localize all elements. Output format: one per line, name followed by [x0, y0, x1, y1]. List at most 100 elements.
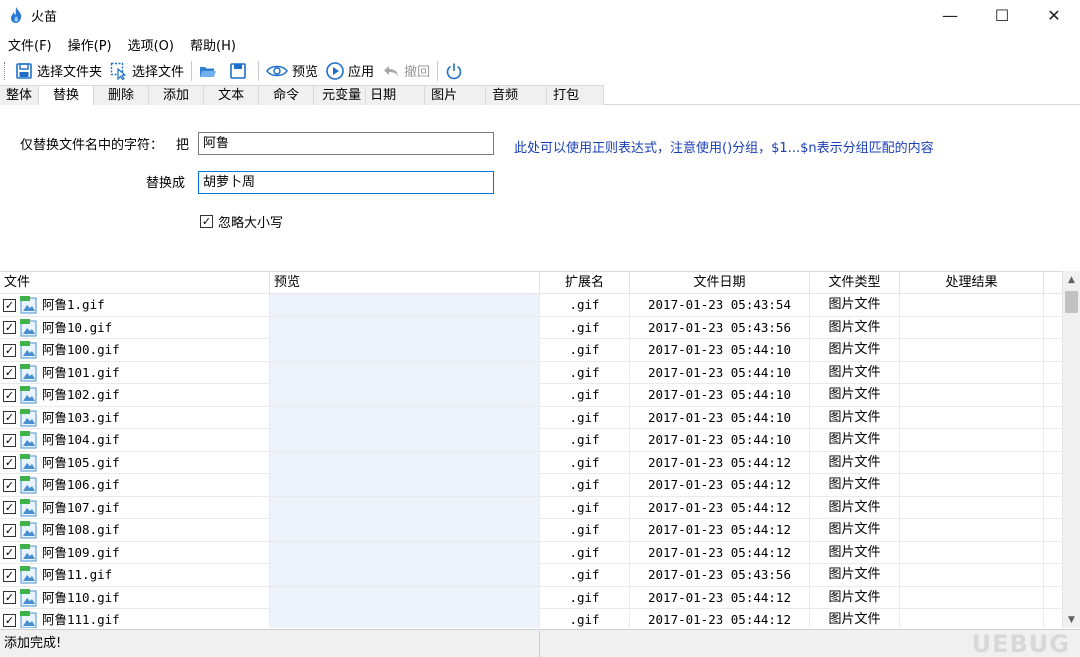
- tab-overall[interactable]: 整体: [0, 85, 40, 105]
- gif-file-icon: [20, 341, 37, 359]
- checkbox-checked-icon: ✓: [200, 215, 213, 228]
- apply-button[interactable]: 应用: [322, 59, 378, 83]
- row-checkbox-checked-icon[interactable]: ✓: [3, 321, 16, 334]
- table-row[interactable]: ✓ 阿鲁10.gif .gif 2017-01-23 05:43:56 图片文件: [0, 316, 1062, 339]
- menu-help[interactable]: 帮助(H): [182, 35, 244, 54]
- ignore-case-checkbox[interactable]: ✓ 忽略大小写: [200, 212, 283, 231]
- row-checkbox-checked-icon[interactable]: ✓: [3, 478, 16, 492]
- row-checkbox-checked-icon[interactable]: ✓: [3, 298, 16, 312]
- table-row[interactable]: ✓ 阿鲁107.gif .gif 2017-01-23 05:44:12 图片文件: [0, 496, 1062, 519]
- gif-file-icon: [20, 363, 37, 381]
- row-checkbox-checked-icon[interactable]: ✓: [3, 591, 16, 604]
- table-row[interactable]: ✓ 阿鲁104.gif .gif 2017-01-23 05:44:10 图片文件: [0, 429, 1062, 452]
- row-checkbox-checked-icon[interactable]: ✓: [3, 568, 16, 582]
- table-row[interactable]: ✓ 阿鲁102.gif .gif 2017-01-23 05:44:10 图片文件: [0, 384, 1062, 407]
- select-file-button[interactable]: 选择文件: [106, 59, 188, 83]
- power-button[interactable]: [441, 59, 471, 83]
- column-header-preview[interactable]: 预览: [270, 272, 540, 294]
- file-cell: ✓ 阿鲁101.gif: [0, 361, 270, 384]
- find-input[interactable]: 阿鲁: [198, 132, 494, 155]
- toolbar: 选择文件夹 选择文件 预览 应用 撤回: [0, 57, 1080, 84]
- tab-delete[interactable]: 删除: [94, 85, 150, 105]
- table-row[interactable]: ✓ 阿鲁108.gif .gif 2017-01-23 05:44:12 图片文件: [0, 519, 1062, 542]
- tab-add[interactable]: 添加: [149, 85, 205, 105]
- column-header-result[interactable]: 处理结果: [900, 272, 1044, 294]
- tab-text[interactable]: 文本: [204, 85, 260, 105]
- row-checkbox-checked-icon[interactable]: ✓: [3, 501, 16, 514]
- file-cell: ✓ 阿鲁111.gif: [0, 609, 270, 628]
- tab-command[interactable]: 命令: [259, 85, 315, 105]
- apply-label: 应用: [348, 65, 375, 80]
- gif-file-icon: [20, 453, 37, 471]
- toolbar-grip[interactable]: [4, 61, 6, 80]
- row-checkbox-checked-icon[interactable]: ✓: [3, 433, 16, 447]
- tab-image[interactable]: 图片: [425, 85, 487, 105]
- table-row[interactable]: ✓ 阿鲁111.gif .gif 2017-01-23 05:44:12 图片文件: [0, 609, 1062, 628]
- file-name: 阿鲁104.gif: [42, 432, 120, 447]
- replace-input[interactable]: 胡萝卜周: [198, 171, 494, 194]
- row-checkbox-checked-icon[interactable]: ✓: [3, 411, 16, 424]
- tab-metavar[interactable]: 元变量: [314, 85, 367, 105]
- type-cell: 图片文件: [810, 564, 900, 586]
- preview-button[interactable]: 预览: [262, 59, 322, 83]
- column-header-extension[interactable]: 扩展名: [540, 272, 630, 294]
- extension-cell: .gif: [540, 361, 630, 384]
- open-folder-button[interactable]: [195, 59, 225, 83]
- menu-bar: 文件(F) 操作(P) 选项(O) 帮助(H): [0, 33, 244, 55]
- result-cell: [900, 609, 1044, 628]
- file-cell: ✓ 阿鲁108.gif: [0, 519, 270, 541]
- row-checkbox-checked-icon[interactable]: ✓: [3, 456, 16, 469]
- select-folder-button[interactable]: 选择文件夹: [11, 59, 106, 83]
- cursor-select-icon: [110, 62, 128, 80]
- undo-button[interactable]: 撤回: [378, 59, 434, 83]
- result-cell: [900, 406, 1044, 429]
- date-cell: 2017-01-23 05:44:10: [630, 339, 810, 361]
- table-row[interactable]: ✓ 阿鲁101.gif .gif 2017-01-23 05:44:10 图片文件: [0, 361, 1062, 384]
- minimize-button[interactable]: —: [924, 0, 976, 30]
- column-header-date[interactable]: 文件日期: [630, 272, 810, 294]
- row-checkbox-checked-icon[interactable]: ✓: [3, 366, 16, 379]
- vertical-scrollbar[interactable]: ▲ ▼: [1062, 271, 1080, 628]
- file-name: 阿鲁106.gif: [42, 477, 120, 492]
- type-cell: 图片文件: [810, 316, 900, 339]
- file-name: 阿鲁10.gif: [42, 319, 113, 335]
- table-row[interactable]: ✓ 阿鲁103.gif .gif 2017-01-23 05:44:10 图片文件: [0, 406, 1062, 429]
- date-cell: 2017-01-23 05:44:12: [630, 541, 810, 564]
- tab-audio[interactable]: 音频: [486, 85, 548, 105]
- preview-cell: [270, 429, 540, 451]
- table-row[interactable]: ✓ 阿鲁11.gif .gif 2017-01-23 05:43:56 图片文件: [0, 564, 1062, 587]
- scroll-up-icon[interactable]: ▲: [1063, 271, 1080, 288]
- save-button[interactable]: [225, 59, 255, 83]
- tab-pack[interactable]: 打包: [547, 85, 605, 105]
- status-bar: 添加完成! UEBUG: [0, 629, 1080, 657]
- table-row[interactable]: ✓ 阿鲁109.gif .gif 2017-01-23 05:44:12 图片文件: [0, 541, 1062, 564]
- menu-file[interactable]: 文件(F): [0, 35, 60, 54]
- file-name: 阿鲁108.gif: [42, 522, 120, 537]
- row-checkbox-checked-icon[interactable]: ✓: [3, 546, 16, 559]
- table-row[interactable]: ✓ 阿鲁100.gif .gif 2017-01-23 05:44:10 图片文件: [0, 339, 1062, 362]
- select-file-label: 选择文件: [132, 65, 185, 80]
- table-row[interactable]: ✓ 阿鲁105.gif .gif 2017-01-23 05:44:12 图片文件: [0, 451, 1062, 474]
- menu-operation[interactable]: 操作(P): [60, 35, 120, 54]
- scroll-down-icon[interactable]: ▼: [1063, 611, 1080, 628]
- row-checkbox-checked-icon[interactable]: ✓: [3, 613, 16, 627]
- row-checkbox-checked-icon[interactable]: ✓: [3, 523, 16, 537]
- gif-file-icon: [20, 566, 37, 584]
- table-row[interactable]: ✓ 阿鲁1.gif .gif 2017-01-23 05:43:54 图片文件: [0, 294, 1062, 317]
- close-button[interactable]: ✕: [1028, 0, 1080, 30]
- tab-date[interactable]: 日期: [366, 85, 426, 105]
- column-header-type[interactable]: 文件类型: [810, 272, 900, 294]
- gif-file-icon: [20, 296, 37, 314]
- row-checkbox-checked-icon[interactable]: ✓: [3, 343, 16, 357]
- result-cell: [900, 339, 1044, 361]
- table-row[interactable]: ✓ 阿鲁106.gif .gif 2017-01-23 05:44:12 图片文件: [0, 474, 1062, 497]
- scroll-thumb[interactable]: [1065, 291, 1078, 313]
- table-row[interactable]: ✓ 阿鲁110.gif .gif 2017-01-23 05:44:12 图片文件: [0, 586, 1062, 609]
- tab-replace[interactable]: 替换: [39, 85, 95, 106]
- column-header-file[interactable]: 文件: [0, 272, 270, 294]
- maximize-button[interactable]: ☐: [976, 0, 1028, 30]
- row-checkbox-checked-icon[interactable]: ✓: [3, 388, 16, 402]
- gif-file-icon: [20, 543, 37, 561]
- date-cell: 2017-01-23 05:44:10: [630, 361, 810, 384]
- menu-options[interactable]: 选项(O): [120, 35, 182, 54]
